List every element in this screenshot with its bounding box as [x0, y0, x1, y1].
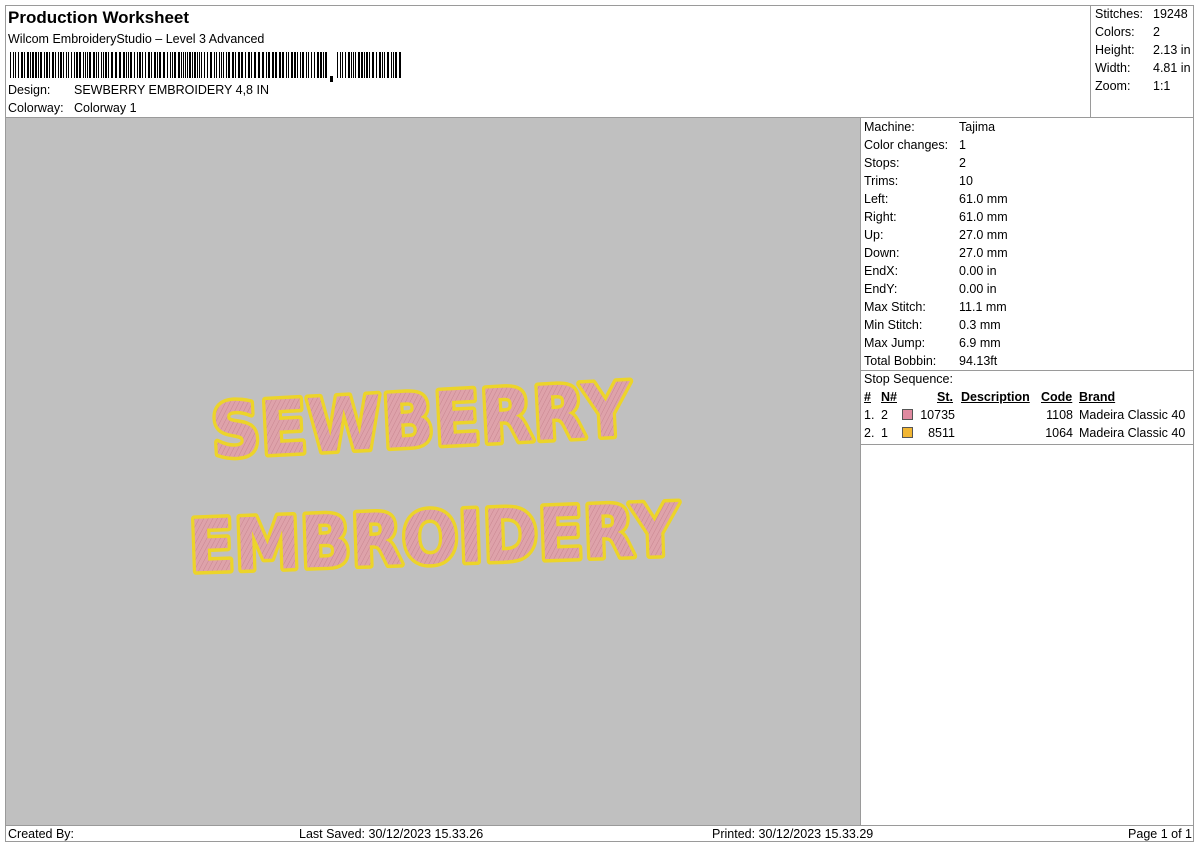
design-value: SEWBERRY EMBROIDERY 4,8 IN — [74, 83, 269, 97]
stitches-row: Stitches: 19248 — [1095, 7, 1188, 21]
trims-value: 10 — [959, 174, 973, 188]
max-stitch-row: Max Stitch: 11.1 mm — [864, 300, 1007, 314]
colorway-row: Colorway: Colorway 1 — [8, 101, 137, 115]
table-row-needle: 2 — [881, 408, 888, 422]
machine-row: Machine: Tajima — [864, 120, 995, 134]
zoom-label: Zoom: — [1095, 79, 1131, 93]
design-row: Design: SEWBERRY EMBROIDERY 4,8 IN — [8, 83, 269, 97]
min-stitch-label: Min Stitch: — [864, 318, 923, 332]
stitches-label: Stitches: — [1095, 7, 1143, 21]
height-row: Height: 2.13 in — [1095, 43, 1191, 57]
zoom-row: Zoom: 1:1 — [1095, 79, 1170, 93]
design-preview: SEWBERRY EMBROIDERY — [6, 118, 861, 825]
stops-row: Stops: 2 — [864, 156, 966, 170]
total-bobbin-label: Total Bobbin: — [864, 354, 937, 368]
right-row: Right: 61.0 mm — [864, 210, 1008, 224]
endx-row: EndX: 0.00 in — [864, 264, 997, 278]
worksheet-footer: Created By: Last Saved: 30/12/2023 15.33… — [6, 825, 1194, 843]
width-value: 4.81 in — [1153, 61, 1191, 75]
stitches-value: 19248 — [1153, 7, 1188, 21]
max-jump-row: Max Jump: 6.9 mm — [864, 336, 1001, 350]
up-label: Up: — [864, 228, 884, 242]
stop-sequence-title: Stop Sequence: — [864, 372, 953, 386]
down-value: 27.0 mm — [959, 246, 1008, 260]
endy-label: EndY: — [864, 282, 898, 296]
colorway-label: Colorway: — [8, 101, 64, 115]
colors-value: 2 — [1153, 25, 1160, 39]
artwork-line-embroidery: EMBROIDERY — [188, 487, 681, 588]
max-jump-label: Max Jump: — [864, 336, 926, 350]
left-label: Left: — [864, 192, 889, 206]
color-changes-row: Color changes: 1 — [864, 138, 966, 152]
endx-label: EndX: — [864, 264, 899, 278]
height-value: 2.13 in — [1153, 43, 1191, 57]
total-bobbin-value: 94.13ft — [959, 354, 998, 368]
colorway-value: Colorway 1 — [74, 101, 137, 115]
created-by: Created By: — [8, 827, 75, 841]
stop-sequence-end-divider — [861, 444, 1194, 445]
total-bobbin-row: Total Bobbin: 94.13ft — [864, 354, 997, 368]
color-swatch — [902, 409, 913, 420]
table-row-num: 2. — [864, 426, 875, 440]
width-row: Width: 4.81 in — [1095, 61, 1191, 75]
stops-value: 2 — [959, 156, 966, 170]
height-label: Height: — [1095, 43, 1135, 57]
trims-label: Trims: — [864, 174, 899, 188]
page-title: Production Worksheet — [8, 8, 190, 27]
table-row-code: 1064 — [1045, 426, 1073, 440]
col-header-code: Code — [1041, 390, 1073, 404]
max-jump-value: 6.9 mm — [959, 336, 1001, 350]
max-stitch-value: 11.1 mm — [959, 300, 1007, 314]
artwork-line-sewberry: SEWBERRY — [209, 367, 634, 475]
color-changes-value: 1 — [959, 138, 966, 152]
color-changes-label: Color changes: — [864, 138, 949, 152]
machine-label: Machine: — [864, 120, 915, 134]
col-header-stitches: St. — [937, 390, 953, 404]
min-stitch-row: Min Stitch: 0.3 mm — [864, 318, 1001, 332]
left-value: 61.0 mm — [959, 192, 1008, 206]
stop-sequence-divider — [861, 370, 1194, 371]
machine-properties: Machine: Tajima Color changes: 1 Stops: 2 T… — [861, 118, 1194, 825]
max-stitch-label: Max Stitch: — [864, 300, 926, 314]
up-value: 27.0 mm — [959, 228, 1008, 242]
colors-row: Colors: 2 — [1095, 25, 1160, 39]
software-name: Wilcom EmbroideryStudio – Level 3 Advanc… — [8, 32, 265, 46]
barcode — [10, 52, 401, 82]
page-number: Page 1 of 1 — [1128, 827, 1192, 841]
last-saved: Last Saved: 30/12/2023 15.33.26 — [299, 827, 484, 841]
down-row: Down: 27.0 mm — [864, 246, 1008, 260]
zoom-value: 1:1 — [1153, 79, 1171, 93]
col-header-needle: N# — [881, 390, 897, 404]
min-stitch-value: 0.3 mm — [959, 318, 1001, 332]
embroidery-artwork: SEWBERRY EMBROIDERY — [184, 363, 684, 592]
width-label: Width: — [1095, 61, 1131, 75]
worksheet-header: Production Worksheet Wilcom EmbroiderySt… — [6, 6, 1090, 117]
color-swatch — [902, 427, 913, 438]
col-header-description: Description — [961, 390, 1030, 404]
colors-label: Colors: — [1095, 25, 1135, 39]
table-row-code: 1108 — [1046, 408, 1073, 422]
right-value: 61.0 mm — [959, 210, 1008, 224]
col-header-brand: Brand — [1079, 390, 1116, 404]
table-row-brand: Madeira Classic 40 — [1079, 408, 1186, 422]
up-row: Up: 27.0 mm — [864, 228, 1008, 242]
left-row: Left: 61.0 mm — [864, 192, 1008, 206]
endx-value: 0.00 in — [959, 264, 997, 278]
stops-label: Stops: — [864, 156, 900, 170]
summary-panel: Stitches: 19248 Colors: 2 Height: 2.13 in W… — [1090, 6, 1195, 117]
col-header-num: # — [864, 390, 871, 404]
machine-value: Tajima — [959, 120, 996, 134]
design-label: Design: — [8, 83, 51, 97]
down-label: Down: — [864, 246, 900, 260]
printed-date: Printed: 30/12/2023 15.33.29 — [712, 827, 874, 841]
table-row-stitches: 8511 — [928, 426, 955, 440]
trims-row: Trims: 10 — [864, 174, 973, 188]
endy-value: 0.00 in — [959, 282, 997, 296]
table-row-num: 1. — [864, 408, 875, 422]
table-row-stitches: 10735 — [920, 408, 955, 422]
right-label: Right: — [864, 210, 897, 224]
table-row-brand: Madeira Classic 40 — [1079, 426, 1186, 440]
endy-row: EndY: 0.00 in — [864, 282, 997, 296]
table-row-needle: 1 — [881, 426, 888, 440]
